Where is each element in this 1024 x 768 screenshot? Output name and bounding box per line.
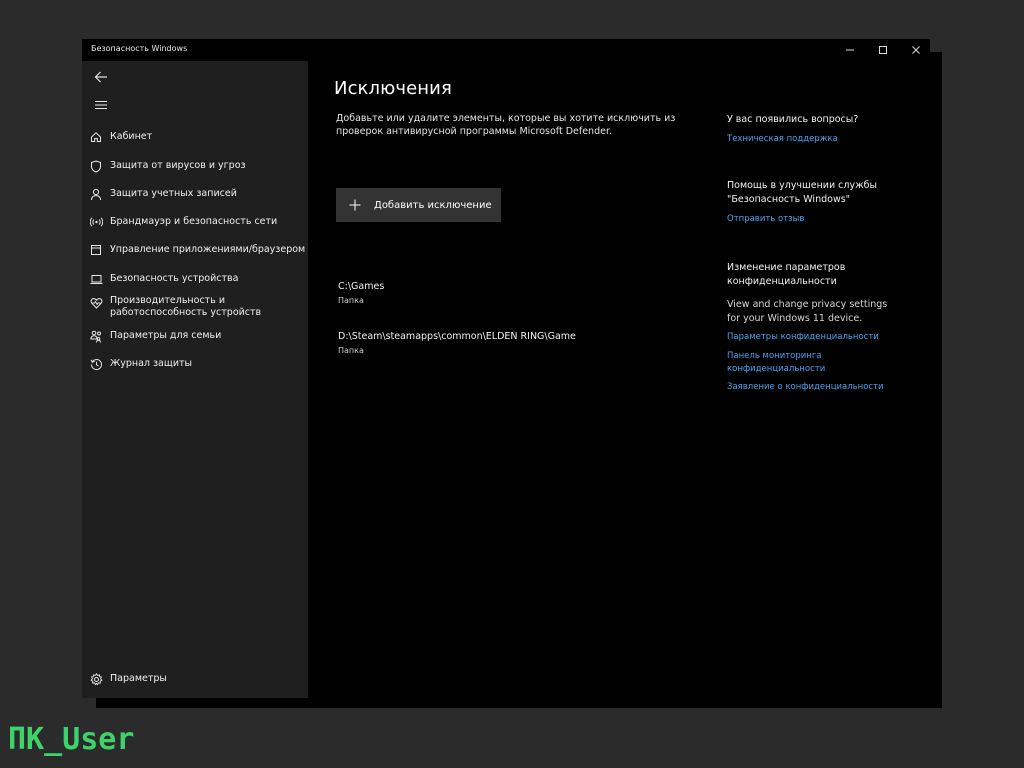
heart-pulse-icon [82, 297, 110, 309]
sidebar-item-app-browser[interactable]: Управление приложениями/браузером [82, 239, 308, 261]
add-exclusion-button[interactable]: Добавить исключение [336, 188, 501, 222]
sidebar-item-account-protection[interactable]: Защита учетных записей [82, 183, 308, 205]
sidebar-item-settings[interactable]: Параметры [82, 668, 308, 690]
sidebar-item-virus-protection[interactable]: Защита от вирусов и угроз [82, 155, 308, 177]
sidebar-item-label: Защита от вирусов и угроз [110, 160, 246, 171]
exclusion-type: Папка [338, 346, 364, 355]
sidebar-item-protection-history[interactable]: Журнал защиты [82, 353, 308, 375]
add-exclusion-label: Добавить исключение [374, 199, 492, 211]
window-title: Безопасность Windows [91, 44, 188, 53]
sidebar: Кабинет Защита от вирусов и угроз Защита… [82, 61, 308, 698]
sidebar-item-label: Безопасность устройства [110, 273, 239, 284]
sidebar-item-label: Производительность и работоспособность у… [110, 295, 262, 318]
page-title: Исключения [334, 78, 452, 99]
plus-icon [348, 198, 362, 212]
sidebar-item-label: Журнал защиты [110, 358, 193, 369]
person-icon [82, 188, 110, 201]
maximize-icon [878, 46, 887, 54]
close-icon [911, 46, 920, 54]
sidebar-item-device-performance[interactable]: Производительность и работоспособность у… [82, 295, 308, 325]
app-window-icon [82, 244, 110, 256]
sidebar-item-device-security[interactable]: Безопасность устройства [82, 268, 308, 290]
hamburger-menu-button[interactable] [88, 95, 114, 115]
improve-heading: Помощь в улучшении службы "Безопасность … [727, 180, 878, 205]
minimize-icon [845, 49, 854, 51]
support-link[interactable]: Техническая поддержка [727, 133, 902, 146]
sidebar-item-family[interactable]: Параметры для семьи [82, 325, 308, 347]
maximize-button[interactable] [866, 39, 899, 61]
feedback-link[interactable]: Отправить отзыв [727, 213, 902, 226]
sidebar-item-firewall[interactable]: Брандмауэр и безопасность сети [82, 211, 308, 233]
home-icon [82, 131, 110, 143]
wifi-signal-icon [82, 216, 110, 228]
privacy-heading: Изменение параметров конфиденциальности [727, 262, 846, 287]
sidebar-item-label: Кабинет [110, 131, 153, 142]
sidebar-item-label: Параметры [110, 673, 167, 684]
sidebar-item-label: Параметры для семьи [110, 330, 222, 341]
exclusion-path: D:\Steam\steamapps\common\ELDEN RING\Gam… [338, 331, 576, 342]
exclusion-type: Папка [338, 296, 364, 305]
privacy-statement-link[interactable]: Заявление о конфиденциальности [727, 381, 902, 394]
history-icon [82, 358, 110, 371]
questions-heading: У вас появились вопросы? [727, 114, 859, 125]
minimize-button[interactable] [833, 39, 866, 61]
exclusion-item[interactable]: D:\Steam\steamapps\common\ELDEN RING\Gam… [338, 331, 576, 355]
hamburger-icon [95, 101, 107, 109]
watermark-logo: ПК_User [8, 722, 135, 757]
privacy-dashboard-link[interactable]: Панель мониторинга конфиденциальности [727, 350, 847, 376]
sidebar-item-label: Управление приложениями/браузером [110, 244, 306, 255]
sidebar-item-label: Защита учетных записей [110, 188, 237, 199]
sidebar-item-label: Брандмауэр и безопасность сети [110, 216, 278, 227]
family-icon [82, 330, 110, 343]
back-button[interactable] [88, 67, 114, 87]
exclusion-item[interactable]: C:\Games Папка [338, 281, 384, 305]
shield-icon [82, 159, 110, 173]
privacy-settings-link[interactable]: Параметры конфиденциальности [727, 331, 902, 344]
close-button[interactable] [899, 39, 932, 61]
title-bar: Безопасность Windows [82, 39, 930, 61]
main-content: Исключения Добавьте или удалите элементы… [308, 61, 708, 698]
laptop-icon [82, 274, 110, 285]
sidebar-item-home[interactable]: Кабинет [82, 126, 308, 148]
exclusion-path: C:\Games [338, 281, 385, 292]
gear-icon [82, 672, 110, 686]
app-window: Безопасность Windows Кабинет Защита от в… [82, 39, 930, 698]
privacy-text: View and change privacy settings for you… [727, 299, 888, 324]
back-arrow-icon [94, 71, 107, 83]
page-description: Добавьте или удалите элементы, которые в… [336, 113, 676, 137]
